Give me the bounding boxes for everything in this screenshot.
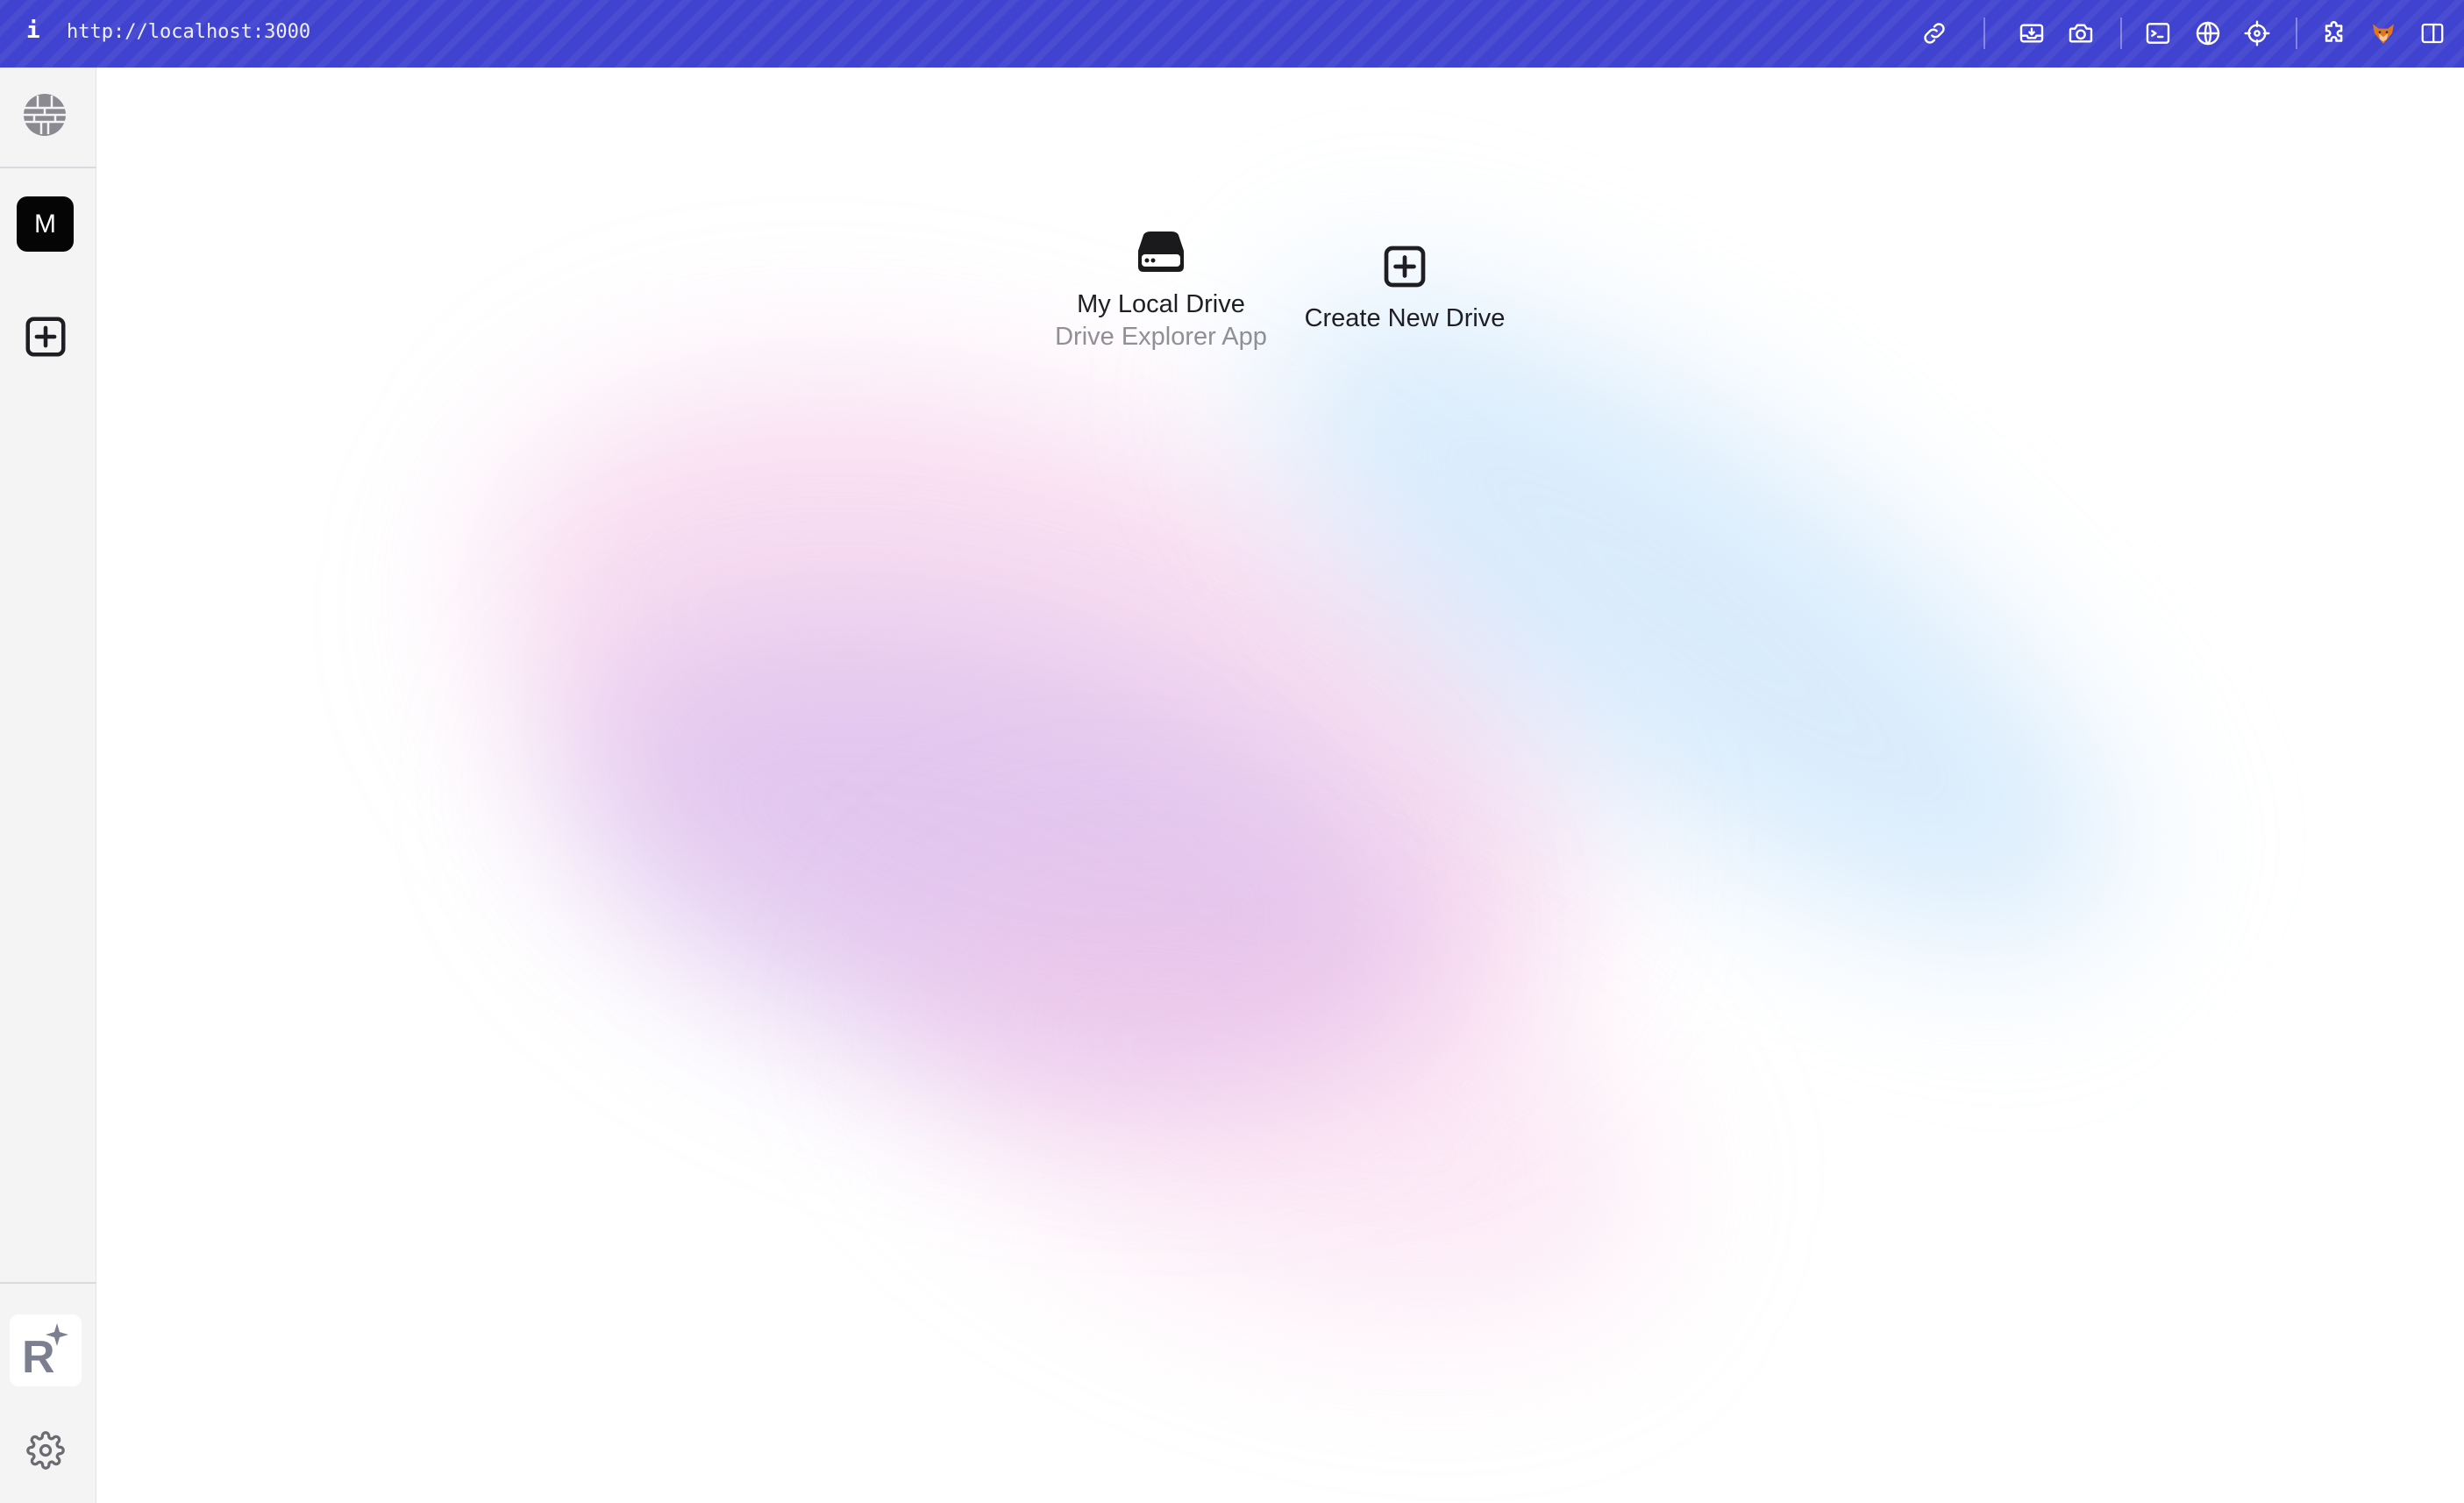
browser-toolbar: i http://localhost:3000 [0,0,2464,68]
plus-square-icon[interactable] [22,313,69,360]
crosshair-icon[interactable] [2241,18,2273,49]
drive-home: My Local Drive Drive Explorer App Create… [96,68,2464,1503]
sidebar-divider [0,167,96,168]
extensions-icon[interactable] [2319,18,2351,49]
create-new-drive-button[interactable]: Create New Drive [1291,242,1519,333]
drive-sidebar: M R [0,68,96,1503]
gear-icon[interactable] [26,1431,65,1470]
site-info-icon[interactable]: i [26,18,40,44]
inbox-download-icon[interactable] [2016,18,2047,49]
link-icon[interactable] [1919,18,1950,49]
drive-card-my-local-drive[interactable]: My Local Drive Drive Explorer App [1051,230,1271,352]
create-drive-label: Create New Drive [1304,304,1506,332]
drive-avatar[interactable]: M [17,196,74,252]
plus-square-icon [1380,242,1429,296]
sidebar-toggle-icon[interactable] [2417,18,2448,49]
drive-name: My Local Drive [1077,290,1245,318]
globe-icon[interactable] [22,92,68,138]
fox-icon[interactable] [2368,18,2399,49]
toolbar-separator [1983,18,1985,49]
terminal-icon[interactable] [2142,18,2174,49]
drive-subtitle: Drive Explorer App [1055,323,1267,351]
camera-icon[interactable] [2065,18,2097,49]
assistant-logo-icon[interactable]: R [10,1314,82,1386]
svg-text:R: R [22,1332,55,1383]
sidebar-divider [0,1282,96,1284]
address-url[interactable]: http://localhost:3000 [67,21,310,43]
toolbar-separator [2296,18,2297,49]
toolbar-separator [2120,18,2122,49]
hard-drive-icon [1136,230,1186,278]
globe-icon[interactable] [2192,18,2224,49]
